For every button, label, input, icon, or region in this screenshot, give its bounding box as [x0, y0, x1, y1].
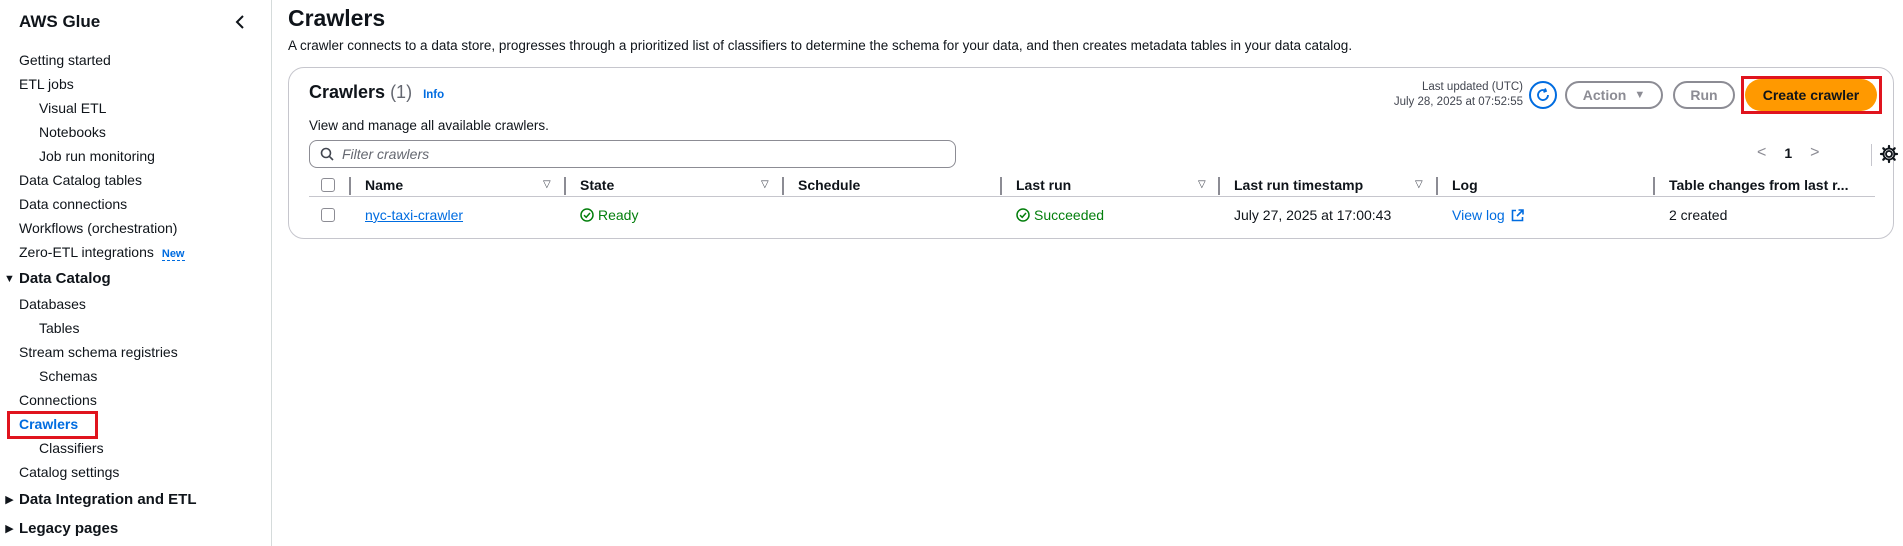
sidebar-section-label: Data Integration and ETL — [19, 491, 197, 508]
container-header: Crawlers (1) Info — [309, 82, 444, 103]
column-divider — [1653, 177, 1655, 195]
column-header-table-changes[interactable]: Table changes from last r... — [1669, 177, 1848, 193]
table-header: Name ▽ State ▽ Schedule Last run ▽ Last … — [309, 177, 1875, 197]
column-header-state[interactable]: State — [580, 177, 614, 193]
sidebar-section-data-catalog[interactable]: ▼ Data Catalog — [0, 270, 111, 287]
sidebar-title[interactable]: AWS Glue — [19, 12, 100, 32]
action-dropdown-button[interactable]: Action ▼ — [1565, 81, 1663, 109]
chevron-left-icon[interactable]: < — [1757, 144, 1766, 162]
sort-icon[interactable]: ▽ — [1415, 179, 1423, 190]
column-header-name[interactable]: Name — [365, 177, 403, 193]
view-log-link[interactable]: View log — [1452, 207, 1524, 223]
sidebar-section-label: Data Catalog — [19, 270, 111, 287]
column-divider — [1436, 177, 1438, 195]
last-updated-label: Last updated (UTC) — [1422, 81, 1523, 93]
sidebar-item-stream-schema-registries[interactable]: Stream schema registries — [19, 344, 178, 360]
page-number[interactable]: 1 — [1784, 145, 1792, 161]
sidebar-section-data-integration[interactable]: ▶ Data Integration and ETL — [0, 491, 197, 508]
container-title: Crawlers — [309, 82, 386, 102]
check-circle-icon — [1016, 208, 1030, 222]
pagination: < 1 > — [1757, 144, 1819, 162]
sidebar-item-getting-started[interactable]: Getting started — [19, 52, 111, 68]
column-divider — [782, 177, 784, 195]
filter-crawlers-input[interactable] — [342, 146, 942, 162]
refresh-icon — [1537, 88, 1549, 101]
column-header-last-run-timestamp[interactable]: Last run timestamp — [1234, 177, 1363, 193]
sidebar-item-zero-etl-label: Zero-ETL integrations — [19, 244, 154, 260]
search-icon — [320, 147, 334, 161]
sidebar-item-data-connections[interactable]: Data connections — [19, 196, 127, 212]
sort-icon[interactable]: ▽ — [543, 179, 551, 190]
sidebar-item-schemas[interactable]: Schemas — [39, 368, 97, 384]
state-text: Ready — [598, 207, 639, 223]
sidebar-item-catalog-settings[interactable]: Catalog settings — [19, 464, 119, 480]
sidebar-item-job-run-monitoring[interactable]: Job run monitoring — [39, 148, 155, 164]
view-log-label: View log — [1452, 207, 1505, 223]
caret-right-icon: ▶ — [5, 523, 14, 535]
check-circle-icon — [580, 208, 594, 222]
sidebar-item-notebooks[interactable]: Notebooks — [39, 124, 106, 140]
run-button[interactable]: Run — [1673, 81, 1735, 109]
crawler-name-link[interactable]: nyc-taxi-crawler — [365, 207, 463, 223]
sidebar-item-data-catalog-tables[interactable]: Data Catalog tables — [19, 172, 142, 188]
chevron-right-icon[interactable]: > — [1810, 144, 1819, 162]
sidebar-item-visual-etl[interactable]: Visual ETL — [39, 100, 106, 116]
state-cell: Ready — [580, 207, 638, 223]
sidebar-item-databases[interactable]: Databases — [19, 296, 86, 312]
page-title: Crawlers — [288, 5, 386, 31]
last-run-text: Succeeded — [1034, 207, 1105, 223]
sidebar-item-classifiers[interactable]: Classifiers — [39, 440, 104, 456]
page-description: A crawler connects to a data store, prog… — [288, 38, 1353, 53]
divider — [1871, 144, 1872, 166]
column-divider — [564, 177, 566, 195]
column-divider — [1218, 177, 1220, 195]
create-crawler-button[interactable]: Create crawler — [1745, 79, 1877, 111]
action-button-label: Action — [1582, 87, 1627, 103]
last-updated: Last updated (UTC) July 28, 2025 at 07:5… — [1394, 80, 1523, 110]
last-run-timestamp-cell: July 27, 2025 at 17:00:43 — [1234, 207, 1392, 223]
new-badge: New — [161, 248, 185, 261]
sidebar-item-etl-jobs[interactable]: ETL jobs — [19, 76, 74, 92]
chevron-left-icon[interactable] — [231, 12, 251, 32]
filter-field[interactable] — [309, 140, 956, 168]
crawlers-table-container: Crawlers (1) Info View and manage all av… — [288, 67, 1899, 239]
container-subtitle: View and manage all available crawlers. — [309, 118, 549, 133]
last-run-cell: Succeeded — [1016, 207, 1104, 223]
sidebar-item-crawlers[interactable]: Crawlers — [19, 416, 78, 432]
caret-down-icon: ▼ — [1634, 89, 1646, 101]
gear-icon[interactable] — [1879, 144, 1899, 164]
sidebar-section-legacy-pages[interactable]: ▶ Legacy pages — [0, 520, 118, 537]
column-header-last-run[interactable]: Last run — [1016, 177, 1071, 193]
sort-icon[interactable]: ▽ — [1198, 179, 1206, 190]
external-link-icon — [1511, 208, 1524, 221]
sidebar-item-tables[interactable]: Tables — [39, 320, 79, 336]
sort-icon[interactable]: ▽ — [761, 179, 769, 190]
sidebar-item-connections[interactable]: Connections — [19, 392, 97, 408]
column-divider — [1000, 177, 1002, 195]
caret-down-icon: ▼ — [4, 272, 15, 285]
row-checkbox[interactable] — [321, 208, 335, 222]
column-divider — [349, 177, 351, 195]
sidebar-section-label: Legacy pages — [19, 520, 119, 537]
refresh-button[interactable] — [1529, 81, 1557, 109]
last-updated-value: July 28, 2025 at 07:52:55 — [1393, 96, 1523, 108]
select-all-checkbox[interactable] — [321, 178, 335, 192]
sidebar-nav: AWS Glue Getting started ETL jobs Visual… — [0, 0, 272, 546]
column-header-schedule[interactable]: Schedule — [798, 177, 860, 193]
crawler-count: (1) — [390, 82, 413, 102]
sidebar-item-workflows[interactable]: Workflows (orchestration) — [19, 220, 177, 236]
table-changes-cell: 2 created — [1669, 207, 1728, 223]
column-header-log[interactable]: Log — [1452, 177, 1478, 193]
info-link[interactable]: Info — [423, 89, 444, 101]
table-row: nyc-taxi-crawler Ready Succeeded July 27… — [309, 199, 1875, 229]
caret-right-icon: ▶ — [5, 494, 14, 506]
sidebar-item-zero-etl[interactable]: Zero-ETL integrations New — [19, 244, 185, 261]
